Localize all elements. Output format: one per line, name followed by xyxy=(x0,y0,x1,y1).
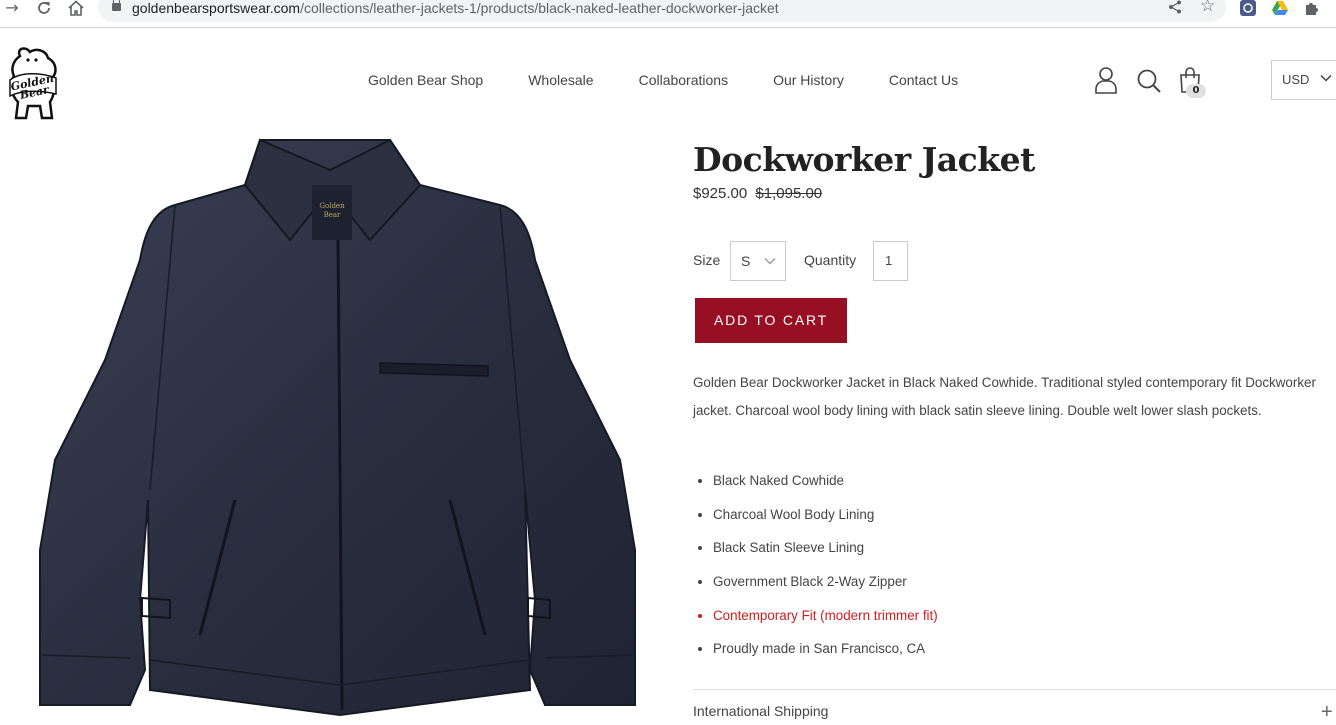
accordion-title: International Shipping xyxy=(693,703,829,719)
lock-icon xyxy=(112,0,121,11)
url-text[interactable]: goldenbearsportswear.com/collections/lea… xyxy=(132,0,779,16)
svg-text:Golden: Golden xyxy=(319,202,345,210)
search-icon[interactable] xyxy=(1136,66,1162,94)
divider xyxy=(693,689,1336,690)
size-select[interactable]: S xyxy=(730,241,786,281)
feature-item: Charcoal Wool Body Lining xyxy=(713,502,938,536)
size-label: Size xyxy=(693,252,721,268)
chevron-down-icon xyxy=(1320,72,1332,87)
feature-item: Proudly made in San Francisco, CA xyxy=(713,636,938,670)
forward-icon[interactable]: → xyxy=(2,0,22,18)
cart-count-badge: 0 xyxy=(1186,84,1206,98)
feature-item: Black Naked Cowhide xyxy=(713,468,938,502)
quantity-label: Quantity xyxy=(804,252,857,268)
nav-our-history[interactable]: Our History xyxy=(773,72,844,88)
plus-icon: + xyxy=(1321,701,1333,723)
currency-value: USD xyxy=(1282,72,1310,87)
url-path: /collections/leather-jackets-1/products/… xyxy=(300,0,779,16)
main-navigation: Golden Bear Shop Wholesale Collaboration… xyxy=(368,72,1003,88)
currency-selector[interactable]: USD xyxy=(1271,60,1336,100)
nav-golden-bear-shop[interactable]: Golden Bear Shop xyxy=(368,72,483,88)
nav-contact-us[interactable]: Contact Us xyxy=(889,72,958,88)
browser-toolbar: → goldenbearsportswear.com/collections/l… xyxy=(0,0,1336,28)
share-icon[interactable] xyxy=(1168,0,1182,18)
extension-icon[interactable] xyxy=(1240,0,1256,16)
size-value: S xyxy=(741,253,751,269)
sale-price: $925.00 xyxy=(693,185,748,202)
feature-item: Black Satin Sleeve Lining xyxy=(713,535,938,569)
feature-item: Government Black 2-Way Zipper xyxy=(713,569,938,603)
product-image[interactable]: Golden Bear xyxy=(30,130,650,725)
accordion-international-shipping[interactable]: International Shipping + xyxy=(693,701,1336,723)
bookmark-star-icon[interactable]: ☆ xyxy=(1200,0,1215,16)
url-domain: goldenbearsportswear.com xyxy=(132,0,301,16)
svg-text:Bear: Bear xyxy=(324,211,341,219)
puzzle-icon[interactable] xyxy=(1304,0,1320,16)
compare-price: $1,095.00 xyxy=(755,185,823,202)
nav-wholesale[interactable]: Wholesale xyxy=(528,72,593,88)
add-to-cart-button[interactable]: ADD TO CART xyxy=(695,298,847,343)
reload-icon[interactable] xyxy=(34,0,54,18)
price: $925.00 $1,095.00 xyxy=(693,185,822,202)
chevron-down-icon xyxy=(764,254,776,270)
drive-icon[interactable] xyxy=(1272,0,1288,16)
product-title: Dockworker Jacket xyxy=(693,140,1035,179)
nav-collaborations[interactable]: Collaborations xyxy=(639,72,729,88)
account-icon[interactable] xyxy=(1093,66,1119,94)
address-bar[interactable]: goldenbearsportswear.com/collections/lea… xyxy=(98,0,1226,22)
home-icon[interactable] xyxy=(66,0,86,18)
golden-bear-logo[interactable]: Golden Bear xyxy=(6,46,60,122)
feature-item-highlight: Contemporary Fit (modern trimmer fit) xyxy=(713,603,938,637)
feature-list: Black Naked Cowhide Charcoal Wool Body L… xyxy=(713,468,938,670)
product-description: Golden Bear Dockworker Jacket in Black N… xyxy=(693,375,1316,418)
quantity-input[interactable]: 1 xyxy=(873,241,908,281)
